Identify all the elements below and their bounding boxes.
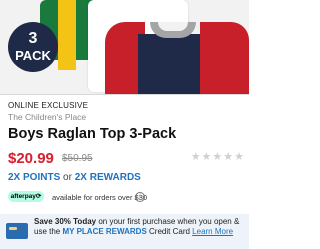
- credit-card-icon: [6, 223, 28, 239]
- afterpay-text: available for orders over $30: [52, 193, 148, 202]
- pack-label: PACK: [15, 48, 51, 63]
- shirt-yellow: [58, 0, 76, 70]
- shirt-navy-body: [138, 34, 208, 94]
- shirt-collar-inner: [158, 22, 188, 31]
- pack-count: 3: [28, 30, 38, 47]
- promo-bold: Save 30% Today: [34, 217, 97, 226]
- rewards-label: 2X REWARDS: [74, 172, 141, 183]
- learn-more-link[interactable]: Learn More: [192, 227, 233, 236]
- points-label: 2X POINTS: [8, 172, 61, 183]
- product-title: Boys Raglan Top 3-Pack: [8, 126, 177, 142]
- shirt-red-sleeve-right: [200, 22, 249, 94]
- promo-brand: MY PLACE REWARDS: [62, 227, 147, 236]
- rewards-line: 2X POINTS or 2X REWARDS: [8, 172, 141, 183]
- credit-card-promo: Save 30% Today on your first purchase wh…: [0, 214, 249, 249]
- divider: [0, 94, 249, 95]
- sale-price: $20.99: [8, 150, 54, 167]
- rating-stars[interactable]: ★★★★★: [191, 150, 245, 163]
- pack-badge: 3 PACK: [8, 22, 58, 72]
- brand-name[interactable]: The Children's Place: [8, 112, 86, 122]
- info-icon[interactable]: i: [135, 192, 145, 202]
- promo-text: Save 30% Today on your first purchase wh…: [34, 217, 246, 237]
- original-price: $50.95: [62, 153, 93, 164]
- online-exclusive-tag: ONLINE EXCLUSIVE: [8, 101, 89, 110]
- or-text: or: [63, 172, 72, 183]
- product-image[interactable]: 3 PACK: [0, 0, 249, 94]
- afterpay-logo: afterpay⟳: [8, 191, 44, 202]
- promo-text-2: Credit Card: [149, 227, 190, 236]
